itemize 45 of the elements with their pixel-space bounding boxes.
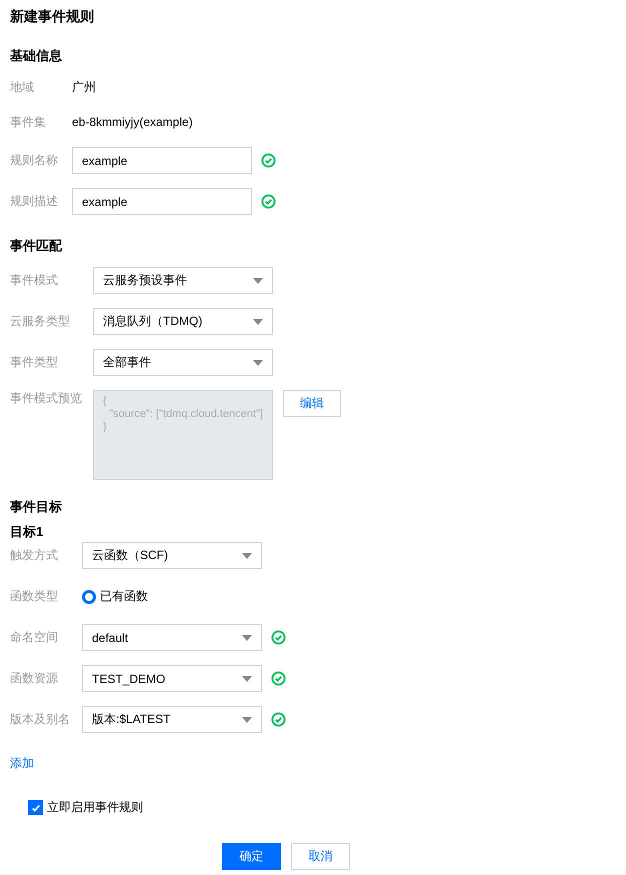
field-value: 广州 bbox=[72, 78, 96, 96]
section-heading: 事件匹配 bbox=[10, 237, 64, 255]
section-heading: 基础信息 bbox=[10, 47, 63, 65]
radio-icon[interactable] bbox=[82, 590, 96, 604]
checkbox-icon[interactable] bbox=[28, 800, 43, 815]
field-label: 命名空间 bbox=[10, 629, 59, 646]
field-label: 触发方式 bbox=[10, 547, 59, 564]
caret-icon bbox=[253, 360, 263, 366]
radio-option[interactable]: 已有函数 bbox=[82, 588, 148, 605]
select-field[interactable]: 云函数（SCF) bbox=[82, 542, 262, 569]
select-field[interactable]: default bbox=[82, 624, 262, 651]
page-title: 新建事件规则 bbox=[10, 7, 95, 25]
caret-icon bbox=[253, 318, 263, 324]
field-label: 函数资源 bbox=[10, 670, 59, 687]
caret-icon bbox=[242, 634, 252, 640]
target-heading: 目标1 bbox=[10, 524, 44, 540]
field-label: 地域 bbox=[10, 78, 35, 96]
field-label: 事件模式 bbox=[10, 272, 59, 289]
field-label: 版本及别名 bbox=[10, 711, 71, 728]
enable-checkbox[interactable]: 立即启用事件规则 bbox=[28, 799, 596, 816]
input-field[interactable]: example bbox=[72, 188, 252, 215]
caret-icon bbox=[242, 676, 252, 682]
field-label: 云服务类型 bbox=[10, 313, 71, 330]
select-field[interactable]: 版本:$LATEST bbox=[82, 706, 262, 733]
field-label: 规则描述 bbox=[10, 193, 59, 210]
caret-icon bbox=[253, 278, 263, 284]
select-field[interactable]: 云服务预设事件 bbox=[93, 267, 273, 294]
cancel-button[interactable]: 取消 bbox=[291, 843, 350, 870]
select-field[interactable]: 消息队列（TDMQ) bbox=[93, 308, 273, 335]
section-heading: 事件目标 bbox=[10, 498, 63, 516]
add-link[interactable]: 添加 bbox=[10, 755, 34, 772]
code-preview: { "source": ["tdmq.cloud.tencent"] } bbox=[93, 390, 273, 480]
select-field[interactable]: 全部事件 bbox=[93, 349, 273, 376]
caret-icon bbox=[242, 552, 252, 558]
field-label: 规则名称 bbox=[10, 152, 59, 169]
confirm-button[interactable]: 确定 bbox=[222, 843, 281, 870]
field-label: 事件集 bbox=[10, 114, 47, 130]
caret-icon bbox=[242, 716, 252, 722]
input-field[interactable]: example bbox=[72, 147, 252, 174]
field-label: 事件类型 bbox=[10, 354, 59, 371]
field-label: 函数类型 bbox=[10, 588, 59, 605]
field-label: 事件模式预览 bbox=[10, 390, 83, 407]
edit-button[interactable]: 编辑 bbox=[283, 390, 341, 417]
select-field[interactable]: TEST_DEMO bbox=[82, 665, 262, 692]
field-value: eb-8kmmiyjy(example) bbox=[72, 115, 193, 129]
